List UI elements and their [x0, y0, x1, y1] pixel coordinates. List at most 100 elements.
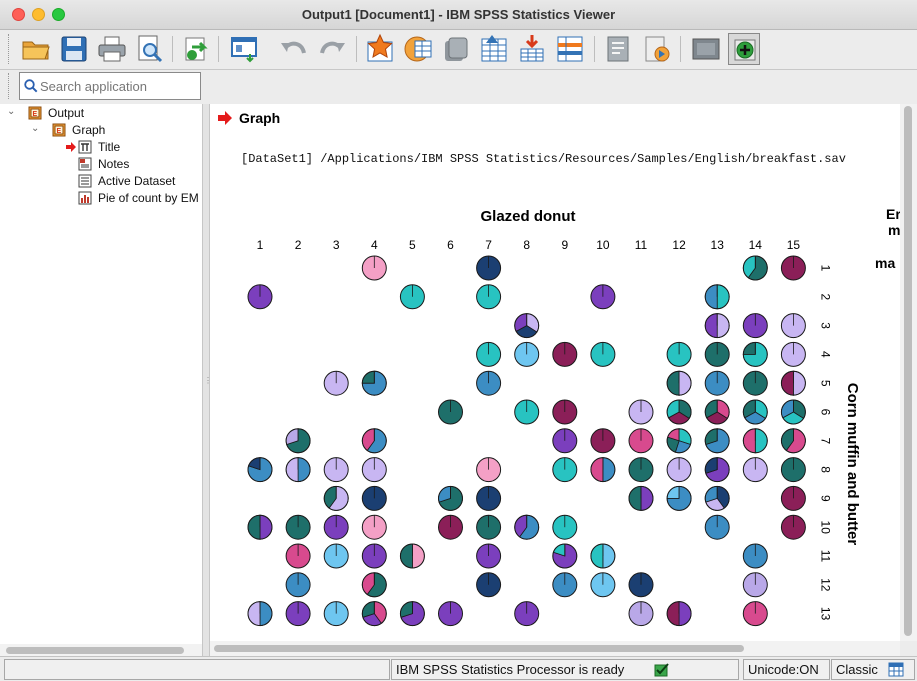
pie-slice[interactable] [602, 543, 616, 569]
pie-slice[interactable] [259, 601, 273, 627]
current-item-arrow-icon [66, 142, 76, 152]
spss-viewer-window: Output1 [Document1] - IBM SPSS Statistic… [0, 0, 917, 681]
recall-dialog-icon[interactable] [228, 33, 260, 65]
title-icon [78, 140, 92, 154]
legend-title-fragment: m [888, 222, 900, 238]
x-tick-label: 15 [787, 238, 801, 252]
x-tick-label: 14 [749, 238, 763, 252]
x-tick-label: 11 [635, 238, 648, 252]
x-tick-label: 13 [711, 238, 725, 252]
svg-text:E: E [33, 111, 38, 118]
pie-slice[interactable] [412, 543, 425, 569]
y-tick-label: 11 [818, 550, 832, 563]
x-tick-label: 3 [333, 238, 340, 252]
create-icon[interactable] [728, 33, 760, 65]
toolbar [0, 30, 917, 70]
outline-horizontal-scrollbar[interactable] [0, 644, 202, 656]
y-tick-label: 12 [818, 578, 832, 592]
pie-slice[interactable] [259, 514, 273, 540]
pie-slice[interactable] [754, 428, 768, 454]
mode-status[interactable]: Classic [831, 659, 915, 680]
x-tick-label: 7 [485, 238, 492, 252]
split-file-icon[interactable] [640, 33, 672, 65]
pie-grid-chart[interactable]: Glazed donut1 2 3 4 5 6 7 8 9 10 11 12 13 14 151234567… [210, 194, 900, 641]
x-tick-label: 6 [447, 238, 454, 252]
export-icon[interactable] [180, 33, 212, 65]
pie-slice[interactable] [247, 601, 261, 627]
pie-slice[interactable] [781, 370, 794, 396]
search-box[interactable] [19, 72, 201, 100]
open-icon[interactable] [20, 33, 52, 65]
y-tick-label: 1 [818, 265, 832, 272]
output-icon: E [52, 123, 66, 137]
chevron-down-icon[interactable]: ⌄ [7, 106, 15, 117]
variables-icon[interactable] [478, 33, 510, 65]
pie-slice[interactable] [704, 313, 718, 339]
status-message-area [4, 659, 390, 680]
designate-window-icon[interactable] [690, 33, 722, 65]
legend-title-fragment: Er [886, 206, 900, 222]
pane-splitter[interactable]: ⋮ [202, 104, 212, 656]
pie-slice[interactable] [666, 601, 680, 627]
goto-case-icon[interactable] [402, 33, 434, 65]
x-tick-label: 10 [596, 238, 610, 252]
x-tick-label: 4 [371, 238, 378, 252]
x-tick-label: 1 [257, 238, 264, 252]
goto-data-icon[interactable] [364, 33, 396, 65]
outline-label: Graph [72, 123, 106, 137]
pie-slice[interactable] [247, 514, 261, 540]
title-bar: Output1 [Document1] - IBM SPSS Statistic… [0, 0, 917, 30]
pie-slice[interactable] [666, 370, 680, 396]
output-pane: Graph [DataSet1] /Applications/IBM SPSS … [210, 104, 900, 641]
insert-cases-icon[interactable] [554, 33, 586, 65]
processor-status-text: IBM SPSS Statistics Processor is ready [396, 662, 625, 677]
y-tick-label: 7 [818, 437, 832, 444]
x-tick-label: 9 [561, 238, 568, 252]
pie-slice[interactable] [640, 485, 654, 511]
pie-slice[interactable] [793, 370, 806, 396]
x-tick-label: 2 [295, 238, 302, 252]
pie-slice[interactable] [704, 284, 718, 310]
insert-variable-icon[interactable] [602, 33, 634, 65]
pie-slice[interactable] [678, 370, 692, 396]
search-bar [0, 70, 917, 104]
save-icon[interactable] [58, 33, 90, 65]
pie-slice[interactable] [400, 543, 413, 569]
pie-slice[interactable] [628, 485, 642, 511]
outline-label: Title [98, 140, 121, 154]
output-horizontal-scrollbar[interactable] [210, 641, 900, 656]
search-icon [24, 79, 38, 93]
search-input[interactable] [40, 76, 198, 96]
print-preview-icon[interactable] [134, 33, 166, 65]
legend-title-fragment: ma [875, 255, 895, 271]
outline-pane: ⌄ E Output ⌄ E Graph Title Notes Active … [0, 104, 202, 644]
mode-grid-icon [888, 662, 904, 677]
window-title: Output1 [Document1] - IBM SPSS Statistic… [301, 7, 616, 22]
y-tick-label: 10 [818, 521, 832, 535]
pie-slice[interactable] [678, 601, 692, 627]
undo-icon[interactable] [278, 33, 310, 65]
pie-slice[interactable] [602, 457, 616, 483]
pie-slice[interactable] [716, 284, 730, 310]
pie-slice[interactable] [742, 428, 756, 454]
pie-chart-icon [78, 191, 92, 205]
pie-slice[interactable] [716, 313, 730, 339]
chevron-down-icon[interactable]: ⌄ [31, 123, 39, 134]
redo-icon[interactable] [316, 33, 348, 65]
unicode-status: Unicode:ON [743, 659, 830, 680]
x-tick-label: 12 [672, 238, 686, 252]
output-vertical-scrollbar[interactable] [900, 104, 917, 641]
y-tick-label: 13 [818, 607, 832, 621]
goto-variable-icon[interactable] [440, 33, 472, 65]
y-tick-label: 2 [818, 293, 832, 300]
svg-text:E: E [57, 128, 62, 135]
y-axis-title: Corn muffin and butter [844, 383, 861, 546]
y-tick-label: 3 [818, 322, 832, 329]
pie-slice[interactable] [590, 543, 604, 569]
notes-icon [78, 157, 92, 171]
pie-slice[interactable] [285, 457, 299, 483]
print-icon[interactable] [96, 33, 128, 65]
pie-slice[interactable] [590, 457, 604, 483]
pie-slice[interactable] [297, 457, 311, 483]
run-descriptive-icon[interactable] [516, 33, 548, 65]
